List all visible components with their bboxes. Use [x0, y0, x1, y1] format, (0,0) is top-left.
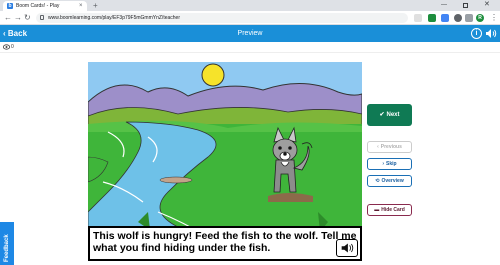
sidepanel-icon[interactable] [465, 14, 473, 22]
overview-icon: ⟲ [375, 178, 380, 184]
url-text: www.boomlearning.com/play/EF3p79F5mGmmYn… [48, 15, 180, 21]
minimize-icon[interactable]: — [441, 0, 447, 10]
eye-icon[interactable] [3, 44, 10, 50]
skip-label: Skip [386, 161, 397, 167]
app-header: ‹ Back Preview i [0, 25, 500, 42]
extension-green-icon[interactable] [428, 14, 436, 22]
reload-icon[interactable]: ↻ [24, 12, 31, 23]
sub-toolbar: 0 [0, 42, 500, 53]
previous-label: Previous [380, 144, 402, 150]
card-caption: This wolf is hungry! Feed the fish to th… [88, 226, 362, 261]
maximize-icon[interactable] [463, 3, 468, 8]
chevron-right-icon: › [382, 161, 385, 167]
tab-title: Boom Cards! - Play [16, 3, 60, 9]
window-close-icon[interactable]: ✕ [484, 0, 490, 10]
tab-close-icon[interactable]: × [79, 2, 83, 10]
hide-icon: ▬ [374, 207, 380, 213]
page-title: Preview [237, 30, 263, 37]
browser-menu-icon[interactable]: ⋮ [490, 12, 498, 23]
browser-tab[interactable]: b Boom Cards! - Play × [3, 1, 87, 11]
read-aloud-speaker-icon[interactable] [336, 239, 358, 257]
hide-card-button[interactable]: ▬ Hide Card [367, 204, 412, 216]
back-arrow-icon[interactable]: ← [4, 12, 12, 23]
skip-button[interactable]: › Skip [367, 158, 412, 170]
chevron-left-icon: ‹ [377, 144, 379, 150]
back-button[interactable]: ‹ Back [3, 25, 27, 42]
url-omnibox[interactable]: www.boomlearning.com/play/EF3p79F5mGmmYn… [36, 13, 408, 23]
lock-icon [40, 15, 44, 20]
boom-favicon-icon: b [7, 3, 13, 9]
previous-button[interactable]: ‹ Previous [367, 141, 412, 153]
browser-address-bar: ← → ↻ www.boomlearning.com/play/EF3p79F5… [0, 11, 500, 25]
view-count: 0 [11, 44, 14, 50]
feedback-label: Feedback [4, 234, 10, 262]
caption-text: This wolf is hungry! Feed the fish to th… [93, 230, 357, 254]
extensions-puzzle-icon[interactable] [454, 14, 462, 22]
overview-label: Overview [381, 178, 404, 184]
profile-avatar[interactable]: R [476, 14, 484, 22]
new-tab-button[interactable]: + [93, 0, 98, 11]
browser-tab-bar: b Boom Cards! - Play × + — ✕ [0, 0, 500, 11]
extension-icon[interactable] [414, 14, 422, 22]
forward-arrow-icon[interactable]: → [14, 12, 22, 23]
hide-card-label: Hide Card [381, 207, 405, 213]
check-icon: ✔ [379, 112, 385, 118]
extension-blue-icon[interactable] [441, 14, 449, 22]
screen: b Boom Cards! - Play × + — ✕ ← → ↻ www.b… [0, 0, 500, 265]
next-label: Next [386, 112, 400, 118]
next-button[interactable]: ✔ Next [367, 104, 412, 126]
overview-button[interactable]: ⟲ Overview [367, 175, 412, 187]
boom-card: This wolf is hungry! Feed the fish to th… [88, 62, 362, 261]
feedback-tab[interactable]: Feedback [0, 222, 14, 265]
sound-icon[interactable] [485, 28, 497, 39]
info-icon[interactable]: i [471, 28, 482, 39]
